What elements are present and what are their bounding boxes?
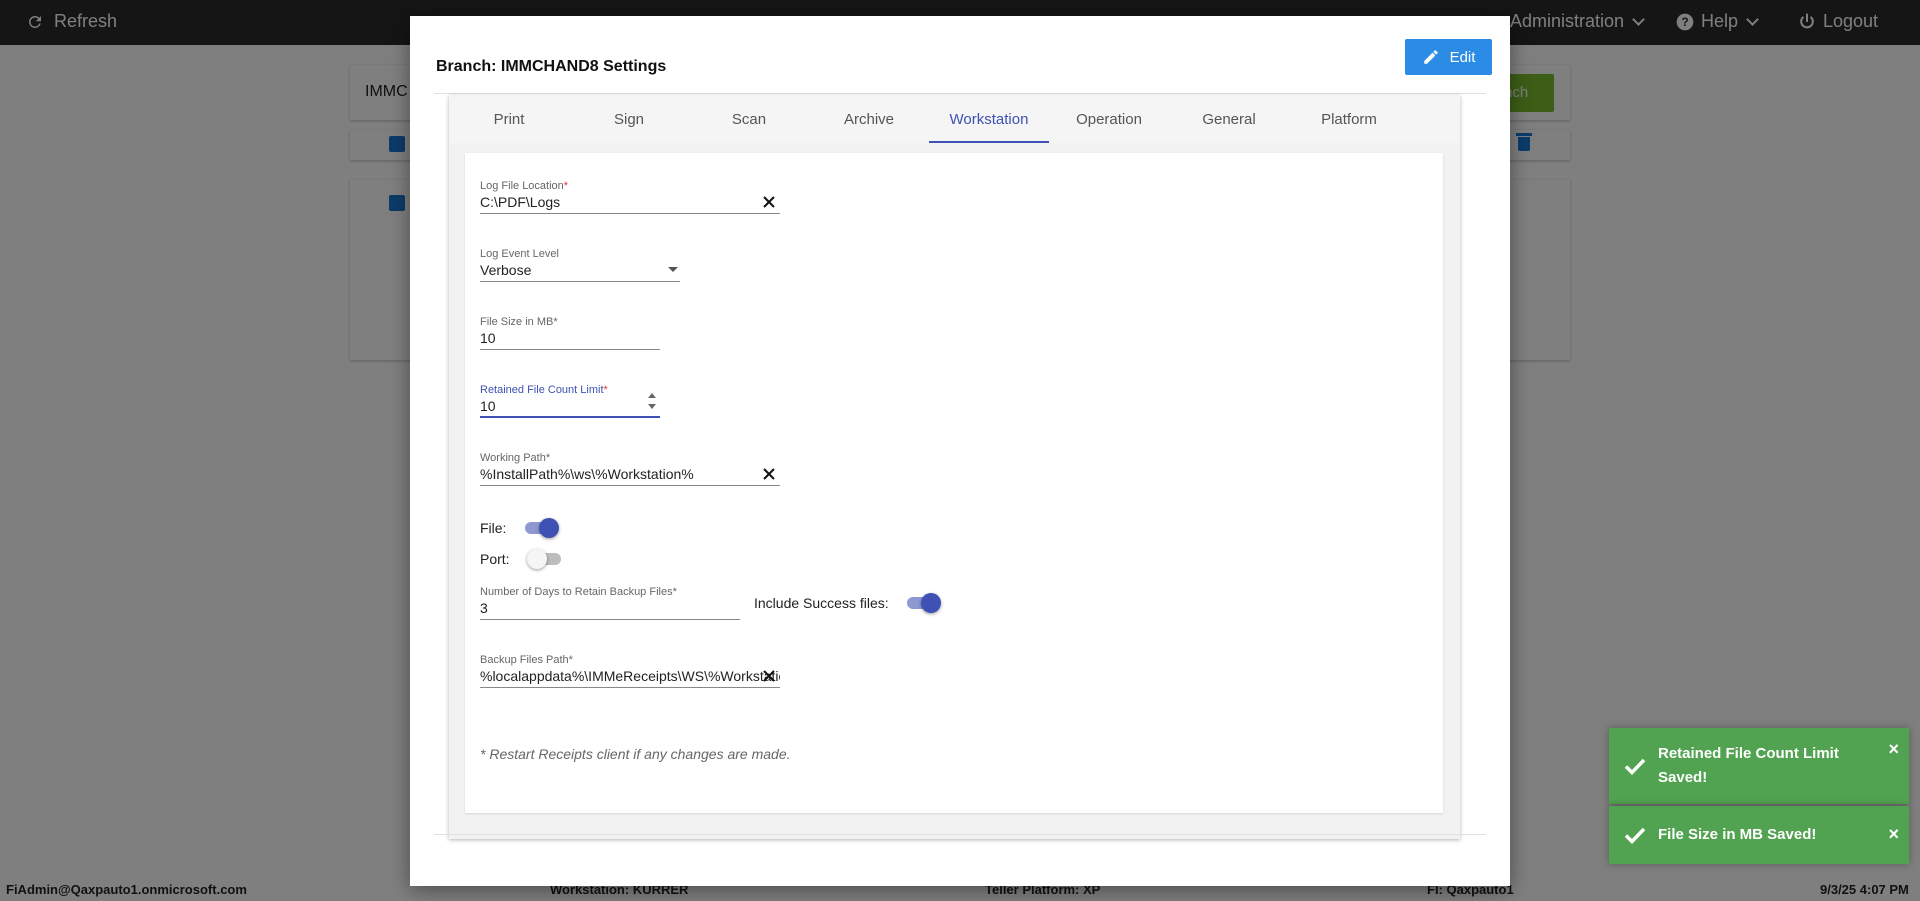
log-file-location-field: Log File Location* C:\PDF\Logs: [480, 180, 780, 214]
dialog-header: Branch: IMMCHAND8 Settings: [434, 34, 1486, 94]
close-icon[interactable]: [762, 467, 776, 481]
log-file-location-value: C:\PDF\Logs: [480, 194, 561, 210]
toast-file-size-mb[interactable]: File Size in MB Saved! ×: [1609, 806, 1909, 864]
retained-file-count-value: 10: [480, 398, 496, 414]
log-event-level-value: Verbose: [480, 262, 532, 278]
port-toggle-row: Port:: [480, 551, 510, 567]
days-retain-backup-value: 3: [480, 600, 488, 616]
required-mark: *: [553, 316, 558, 328]
tab-platform[interactable]: Platform: [1289, 95, 1409, 143]
port-toggle-label: Port:: [480, 551, 510, 567]
backup-files-path-input[interactable]: %localappdata%\IMMeReceipts\WS\%Workstat…: [480, 667, 780, 688]
retained-file-count-field: Retained File Count Limit* 10: [480, 384, 660, 418]
stepper-down-icon[interactable]: [648, 404, 656, 409]
close-icon[interactable]: [762, 669, 776, 683]
stepper-up-icon[interactable]: [648, 393, 656, 398]
retained-file-count-input[interactable]: 10: [480, 393, 660, 418]
close-icon[interactable]: ×: [1888, 740, 1899, 758]
file-toggle-row: File:: [480, 520, 506, 536]
file-size-mb-input[interactable]: 10: [480, 329, 660, 350]
settings-panel: Print Sign Scan Archive Workstation Oper…: [449, 95, 1460, 839]
dialog-footer-divider: [434, 834, 1486, 835]
close-icon[interactable]: [762, 195, 776, 209]
tab-workstation[interactable]: Workstation: [929, 95, 1049, 143]
edit-button[interactable]: Edit: [1405, 39, 1492, 75]
required-mark: *: [568, 654, 573, 666]
include-success-label: Include Success files:: [754, 595, 889, 611]
file-size-mb-field: File Size in MB* 10: [480, 316, 660, 350]
required-mark: *: [603, 384, 608, 396]
log-event-level-field: Log Event Level Verbose: [480, 248, 680, 282]
file-size-mb-label: File Size in MB: [480, 316, 554, 328]
tab-scan[interactable]: Scan: [689, 95, 809, 143]
pencil-icon: [1423, 50, 1438, 64]
working-path-input[interactable]: %InstallPath%\ws\%Workstation%: [480, 465, 780, 486]
number-stepper[interactable]: [646, 391, 658, 413]
restart-note: * Restart Receipts client if any changes…: [480, 746, 791, 762]
branch-settings-dialog: Branch: IMMCHAND8 Settings Edit Print Si…: [410, 16, 1510, 886]
backup-files-path-label: Backup Files Path: [480, 654, 569, 666]
required-mark: *: [672, 586, 677, 598]
include-success-switch[interactable]: [905, 593, 941, 613]
days-retain-backup-input[interactable]: 3: [480, 599, 740, 620]
tab-archive[interactable]: Archive: [809, 95, 929, 143]
checkmark-icon: [1624, 827, 1646, 845]
edit-label: Edit: [1449, 48, 1476, 66]
close-icon[interactable]: ×: [1888, 825, 1899, 843]
settings-tabs: Print Sign Scan Archive Workstation Oper…: [449, 95, 1460, 143]
dropdown-arrow-icon[interactable]: [668, 267, 678, 272]
log-file-location-input[interactable]: C:\PDF\Logs: [480, 193, 780, 214]
toast-message: File Size in MB Saved!: [1658, 826, 1817, 843]
include-success-row: Include Success files:: [754, 595, 889, 611]
dialog-title: Branch: IMMCHAND8 Settings: [436, 58, 667, 75]
days-retain-backup-field: Number of Days to Retain Backup Files* 3: [480, 586, 740, 620]
required-mark: *: [545, 452, 551, 464]
tab-operation[interactable]: Operation: [1049, 95, 1169, 143]
backup-files-path-field: Backup Files Path* %localappdata%\IMMeRe…: [480, 654, 780, 688]
tab-sign[interactable]: Sign: [569, 95, 689, 143]
days-retain-backup-label: Number of Days to Retain Backup Files: [480, 586, 673, 598]
toast-retained-file-count[interactable]: Retained File Count Limit Saved! ×: [1609, 728, 1909, 804]
port-toggle-switch[interactable]: [527, 549, 563, 569]
file-toggle-switch[interactable]: [523, 518, 559, 538]
tab-general[interactable]: General: [1169, 95, 1289, 143]
log-file-location-label: Log File Location: [480, 180, 564, 192]
tab-print[interactable]: Print: [449, 95, 569, 143]
required-mark: *: [563, 180, 569, 192]
working-path-label: Working Path: [480, 452, 546, 464]
workstation-settings-form: Log File Location* C:\PDF\Logs Log Event…: [465, 153, 1443, 813]
checkmark-icon: [1624, 758, 1646, 776]
log-event-level-select[interactable]: Verbose: [480, 261, 680, 282]
working-path-value: %InstallPath%\ws\%Workstation%: [480, 466, 694, 482]
retained-file-count-label: Retained File Count Limit: [480, 384, 604, 396]
backup-files-path-value: %localappdata%\IMMeReceipts\WS\%Workstat…: [480, 668, 780, 684]
working-path-field: Working Path* %InstallPath%\ws\%Workstat…: [480, 452, 780, 486]
toast-message: Retained File Count Limit Saved!: [1658, 745, 1839, 786]
log-event-level-label: Log Event Level: [480, 248, 559, 260]
file-toggle-label: File:: [480, 520, 507, 536]
file-size-mb-value: 10: [480, 330, 496, 346]
